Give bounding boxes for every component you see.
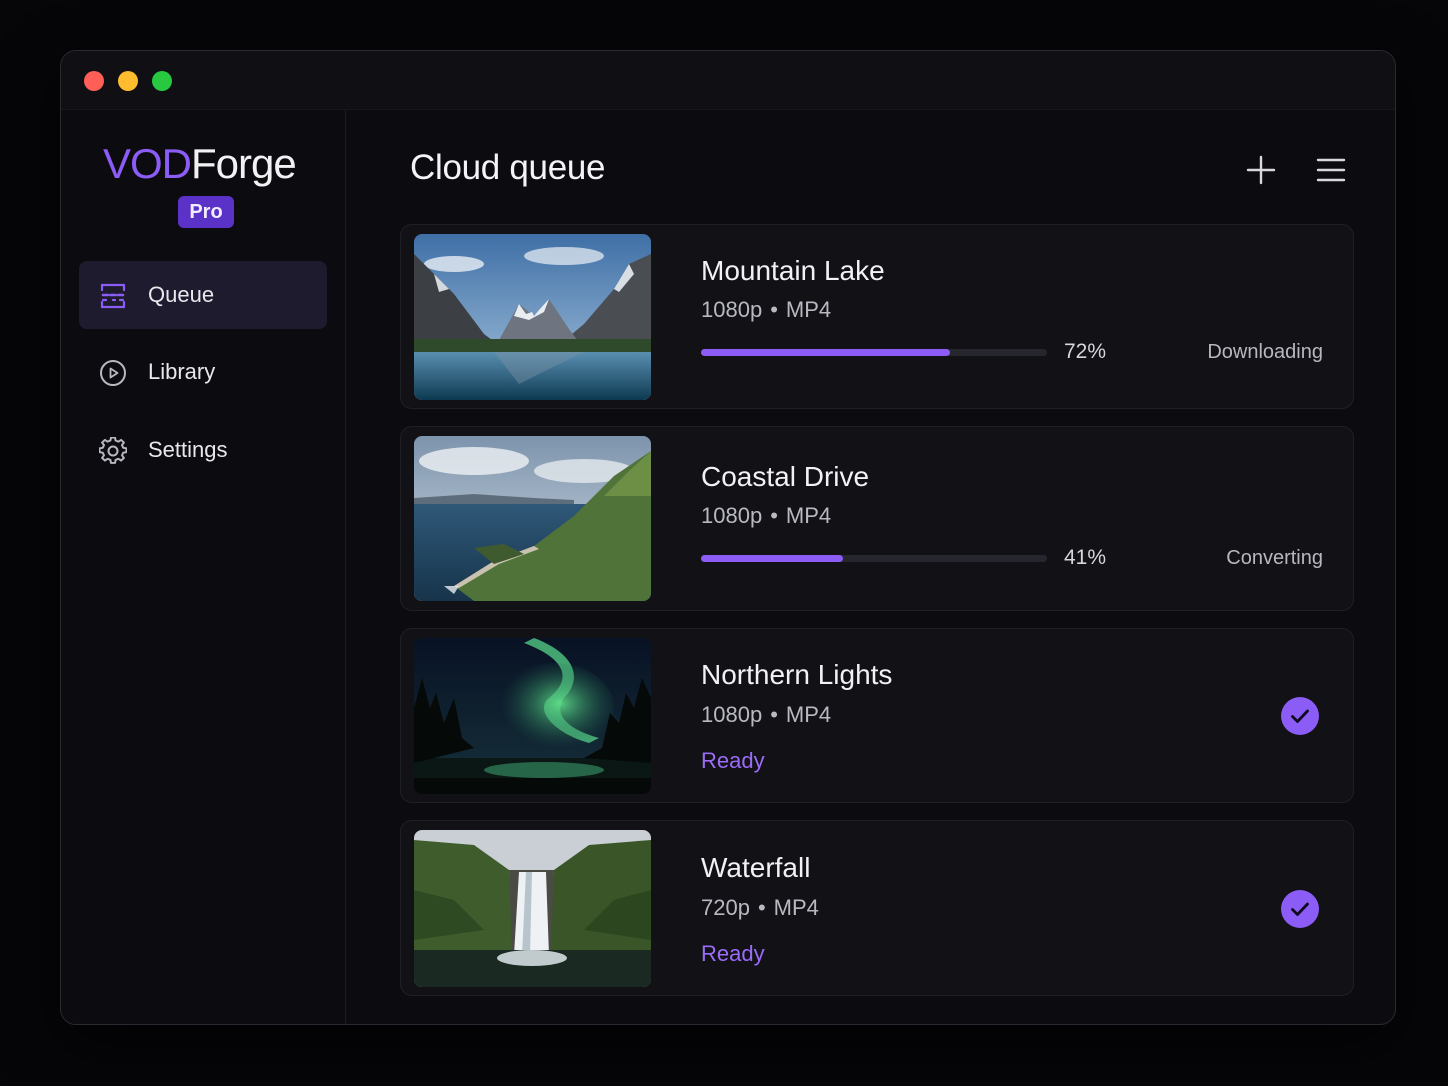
sidebar-item-label: Queue [148, 282, 215, 307]
queue-item-coastal-drive[interactable]: Coastal Drive 1080p • MP4 41% Converting [400, 426, 1354, 611]
gear-icon [99, 437, 127, 464]
app-window: VODForge Pro Queue Library Settings Clou… [60, 50, 1396, 1025]
sidebar-item-label: Library [148, 359, 216, 384]
waterfall-thumbnail [414, 830, 651, 987]
progress-percent: 41% [1064, 546, 1107, 569]
progress-fill [701, 555, 843, 562]
status-label: Ready [701, 941, 765, 966]
item-meta: 1080p • MP4 [701, 702, 831, 728]
minimize-window-button[interactable] [118, 71, 138, 91]
app-logo: VODForge [103, 140, 297, 188]
play-circle-icon [100, 360, 126, 386]
pro-badge: Pro [178, 196, 234, 228]
main-content: Cloud queue Mountain Lake 1080p • MP4 72… [346, 110, 1395, 1024]
maximize-window-button[interactable] [152, 71, 172, 91]
item-format: MP4 [785, 503, 832, 528]
sidebar-item-queue[interactable]: Queue [79, 261, 327, 329]
queue-item-waterfall[interactable]: Waterfall 720p • MP4 Ready [400, 820, 1354, 996]
item-meta: 1080p • MP4 [701, 503, 831, 529]
item-format: MP4 [773, 895, 819, 920]
plus-icon[interactable] [1245, 154, 1277, 186]
item-format: MP4 [785, 702, 832, 727]
item-title: Mountain Lake [701, 255, 885, 286]
meta-separator: • [770, 503, 778, 528]
status-label: Downloading [1207, 341, 1323, 363]
logo-forge: Forge [191, 140, 297, 187]
status-label: Converting [1226, 547, 1323, 569]
coastal-drive-thumbnail [414, 436, 651, 601]
progress-bar [701, 349, 1047, 356]
progress-percent: 72% [1064, 340, 1107, 363]
check-circle-icon [1281, 890, 1319, 928]
sidebar-item-label: Settings [148, 437, 228, 462]
hamburger-menu-icon[interactable] [1315, 154, 1347, 186]
item-title: Waterfall [701, 852, 811, 883]
queue-item-northern-lights[interactable]: Northern Lights 1080p • MP4 Ready [400, 628, 1354, 803]
progress-bar [701, 555, 1047, 562]
sidebar-item-settings[interactable]: Settings [79, 416, 327, 484]
item-resolution: 1080p [701, 702, 763, 727]
progress-fill [701, 349, 951, 356]
item-format: MP4 [785, 297, 832, 322]
sidebar: VODForge Pro Queue Library Settings [61, 110, 346, 1024]
close-window-button[interactable] [84, 71, 104, 91]
status-label: Ready [701, 748, 765, 773]
item-meta: 1080p • MP4 [701, 297, 831, 323]
page-title: Cloud queue [410, 148, 606, 187]
northern-lights-thumbnail [414, 638, 651, 794]
sidebar-item-library[interactable]: Library [79, 338, 327, 406]
item-resolution: 720p [701, 895, 750, 920]
check-circle-icon [1281, 697, 1319, 735]
queue-icon [100, 283, 126, 309]
meta-separator: • [757, 895, 766, 920]
item-title: Northern Lights [701, 659, 893, 690]
item-resolution: 1080p [701, 297, 763, 322]
item-title: Coastal Drive [701, 461, 870, 492]
item-resolution: 1080p [701, 503, 763, 528]
item-meta: 720p • MP4 [701, 895, 819, 921]
meta-separator: • [770, 297, 778, 322]
logo-vod: VOD [103, 140, 192, 187]
queue-item-mountain-lake[interactable]: Mountain Lake 1080p • MP4 72% Downloading [400, 224, 1354, 409]
mountain-lake-thumbnail [414, 234, 651, 400]
title-bar [61, 51, 1395, 110]
meta-separator: • [770, 702, 778, 727]
